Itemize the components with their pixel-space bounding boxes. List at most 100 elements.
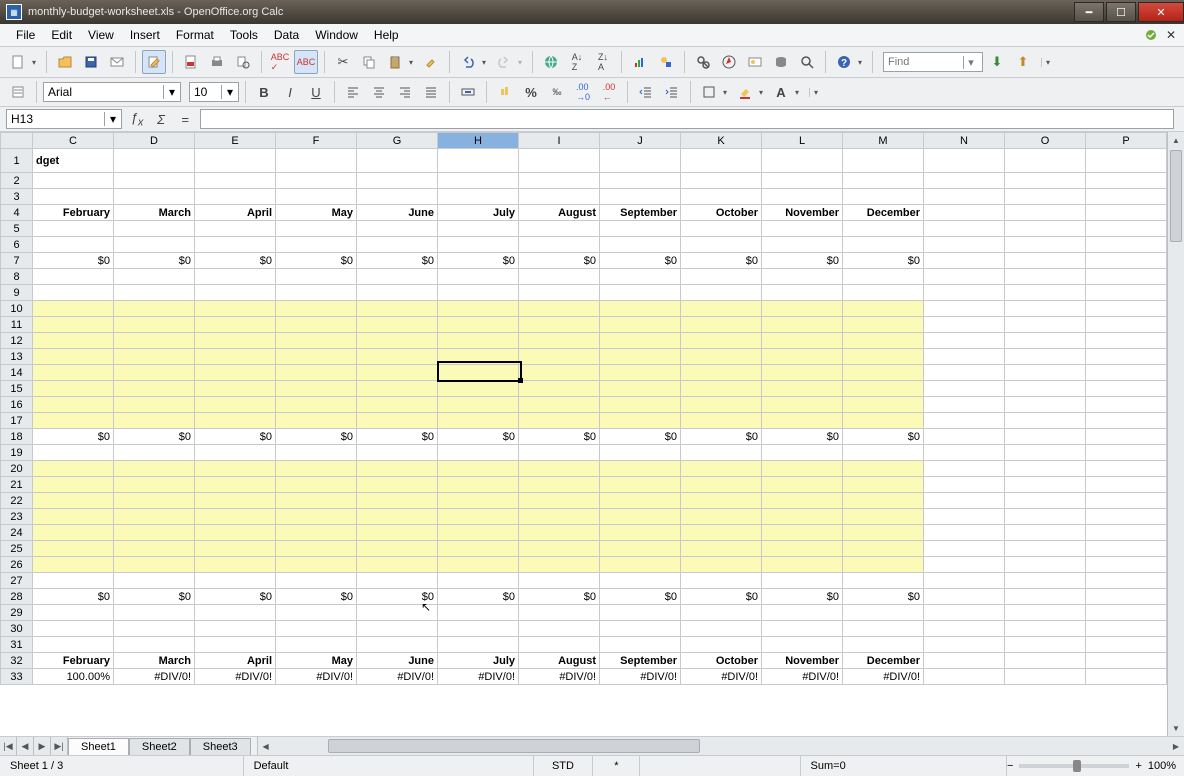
col-header-F[interactable]: F <box>276 133 357 149</box>
cell-K6[interactable] <box>681 237 762 253</box>
cell-E15[interactable] <box>195 381 276 397</box>
format-overflow[interactable]: ▾ <box>809 88 822 97</box>
cell-H31[interactable] <box>438 637 519 653</box>
close-document-button[interactable]: ✕ <box>1164 28 1178 42</box>
cell-J11[interactable] <box>600 317 681 333</box>
cell-L28[interactable]: $0 <box>762 589 843 605</box>
cell-K25[interactable] <box>681 541 762 557</box>
cell-M18[interactable]: $0 <box>843 429 924 445</box>
cell-E7[interactable]: $0 <box>195 253 276 269</box>
last-sheet-button[interactable]: ▶| <box>51 737 68 755</box>
cell-O32[interactable] <box>1005 653 1086 669</box>
cell-F32[interactable]: May <box>276 653 357 669</box>
cell-D16[interactable] <box>114 397 195 413</box>
cell-H20[interactable] <box>438 461 519 477</box>
cell-N14[interactable] <box>924 365 1005 381</box>
cell-K9[interactable] <box>681 285 762 301</box>
cell-N4[interactable] <box>924 205 1005 221</box>
cell-I17[interactable] <box>519 413 600 429</box>
cell-J13[interactable] <box>600 349 681 365</box>
fontcolor-dropdown[interactable]: ▾ <box>795 88 803 97</box>
cell-P27[interactable] <box>1086 573 1167 589</box>
sheet-tab-2[interactable]: Sheet2 <box>129 738 190 755</box>
cell-L13[interactable] <box>762 349 843 365</box>
row-header-14[interactable]: 14 <box>1 365 33 381</box>
cell-L25[interactable] <box>762 541 843 557</box>
cell-K22[interactable] <box>681 493 762 509</box>
cell-M16[interactable] <box>843 397 924 413</box>
cell-P15[interactable] <box>1086 381 1167 397</box>
menu-file[interactable]: File <box>8 25 43 45</box>
hyperlink-button[interactable] <box>539 50 563 74</box>
cell-N17[interactable] <box>924 413 1005 429</box>
cell-J27[interactable] <box>600 573 681 589</box>
cell-O33[interactable] <box>1005 669 1086 685</box>
cell-G2[interactable] <box>357 173 438 189</box>
cell-N12[interactable] <box>924 333 1005 349</box>
cell-G17[interactable] <box>357 413 438 429</box>
bgcolor-button[interactable] <box>733 80 757 104</box>
cell-N33[interactable] <box>924 669 1005 685</box>
cell-P29[interactable] <box>1086 605 1167 621</box>
row-header-21[interactable]: 21 <box>1 477 33 493</box>
cell-P13[interactable] <box>1086 349 1167 365</box>
cell-E22[interactable] <box>195 493 276 509</box>
cell-E27[interactable] <box>195 573 276 589</box>
cell-J33[interactable]: #DIV/0! <box>600 669 681 685</box>
cell-F13[interactable] <box>276 349 357 365</box>
help-button[interactable]: ? <box>832 50 856 74</box>
cell-O23[interactable] <box>1005 509 1086 525</box>
help-dropdown[interactable]: ▾ <box>858 58 866 67</box>
cell-N5[interactable] <box>924 221 1005 237</box>
cell-H32[interactable]: July <box>438 653 519 669</box>
cell-O16[interactable] <box>1005 397 1086 413</box>
cell-K32[interactable]: October <box>681 653 762 669</box>
cell-L2[interactable] <box>762 173 843 189</box>
cell-C7[interactable]: $0 <box>33 253 114 269</box>
cell-G29[interactable] <box>357 605 438 621</box>
spreadsheet-grid[interactable]: CDEFGHIJKLMNOP1dget234FebruaryMarchApril… <box>0 132 1184 736</box>
cell-K8[interactable] <box>681 269 762 285</box>
cell-P20[interactable] <box>1086 461 1167 477</box>
cell-D20[interactable] <box>114 461 195 477</box>
cell-F25[interactable] <box>276 541 357 557</box>
menu-format[interactable]: Format <box>168 25 222 45</box>
cell-C29[interactable] <box>33 605 114 621</box>
cell-F14[interactable] <box>276 365 357 381</box>
row-header-8[interactable]: 8 <box>1 269 33 285</box>
cell-D12[interactable] <box>114 333 195 349</box>
cell-F23[interactable] <box>276 509 357 525</box>
cell-L16[interactable] <box>762 397 843 413</box>
cell-P5[interactable] <box>1086 221 1167 237</box>
cell-G12[interactable] <box>357 333 438 349</box>
cell-P17[interactable] <box>1086 413 1167 429</box>
cell-C10[interactable] <box>33 301 114 317</box>
cell-G30[interactable] <box>357 621 438 637</box>
cell-O13[interactable] <box>1005 349 1086 365</box>
cell-K4[interactable]: October <box>681 205 762 221</box>
scroll-right-button[interactable]: ▶ <box>1168 737 1184 755</box>
cell-P9[interactable] <box>1086 285 1167 301</box>
row-header-7[interactable]: 7 <box>1 253 33 269</box>
row-header-22[interactable]: 22 <box>1 493 33 509</box>
cell-J29[interactable] <box>600 605 681 621</box>
cell-F21[interactable] <box>276 477 357 493</box>
cell-J3[interactable] <box>600 189 681 205</box>
cell-C23[interactable] <box>33 509 114 525</box>
cell-D19[interactable] <box>114 445 195 461</box>
cell-H6[interactable] <box>438 237 519 253</box>
cell-K30[interactable] <box>681 621 762 637</box>
cut-button[interactable]: ✂ <box>331 50 355 74</box>
cell-M25[interactable] <box>843 541 924 557</box>
cell-H14[interactable] <box>438 365 519 381</box>
cell-C3[interactable] <box>33 189 114 205</box>
cell-H23[interactable] <box>438 509 519 525</box>
cell-C27[interactable] <box>33 573 114 589</box>
cell-O7[interactable] <box>1005 253 1086 269</box>
cell-P2[interactable] <box>1086 173 1167 189</box>
cell-C8[interactable] <box>33 269 114 285</box>
cell-K17[interactable] <box>681 413 762 429</box>
cell-L33[interactable]: #DIV/0! <box>762 669 843 685</box>
row-header-19[interactable]: 19 <box>1 445 33 461</box>
spellcheck-button[interactable]: ABC✓ <box>268 50 292 74</box>
